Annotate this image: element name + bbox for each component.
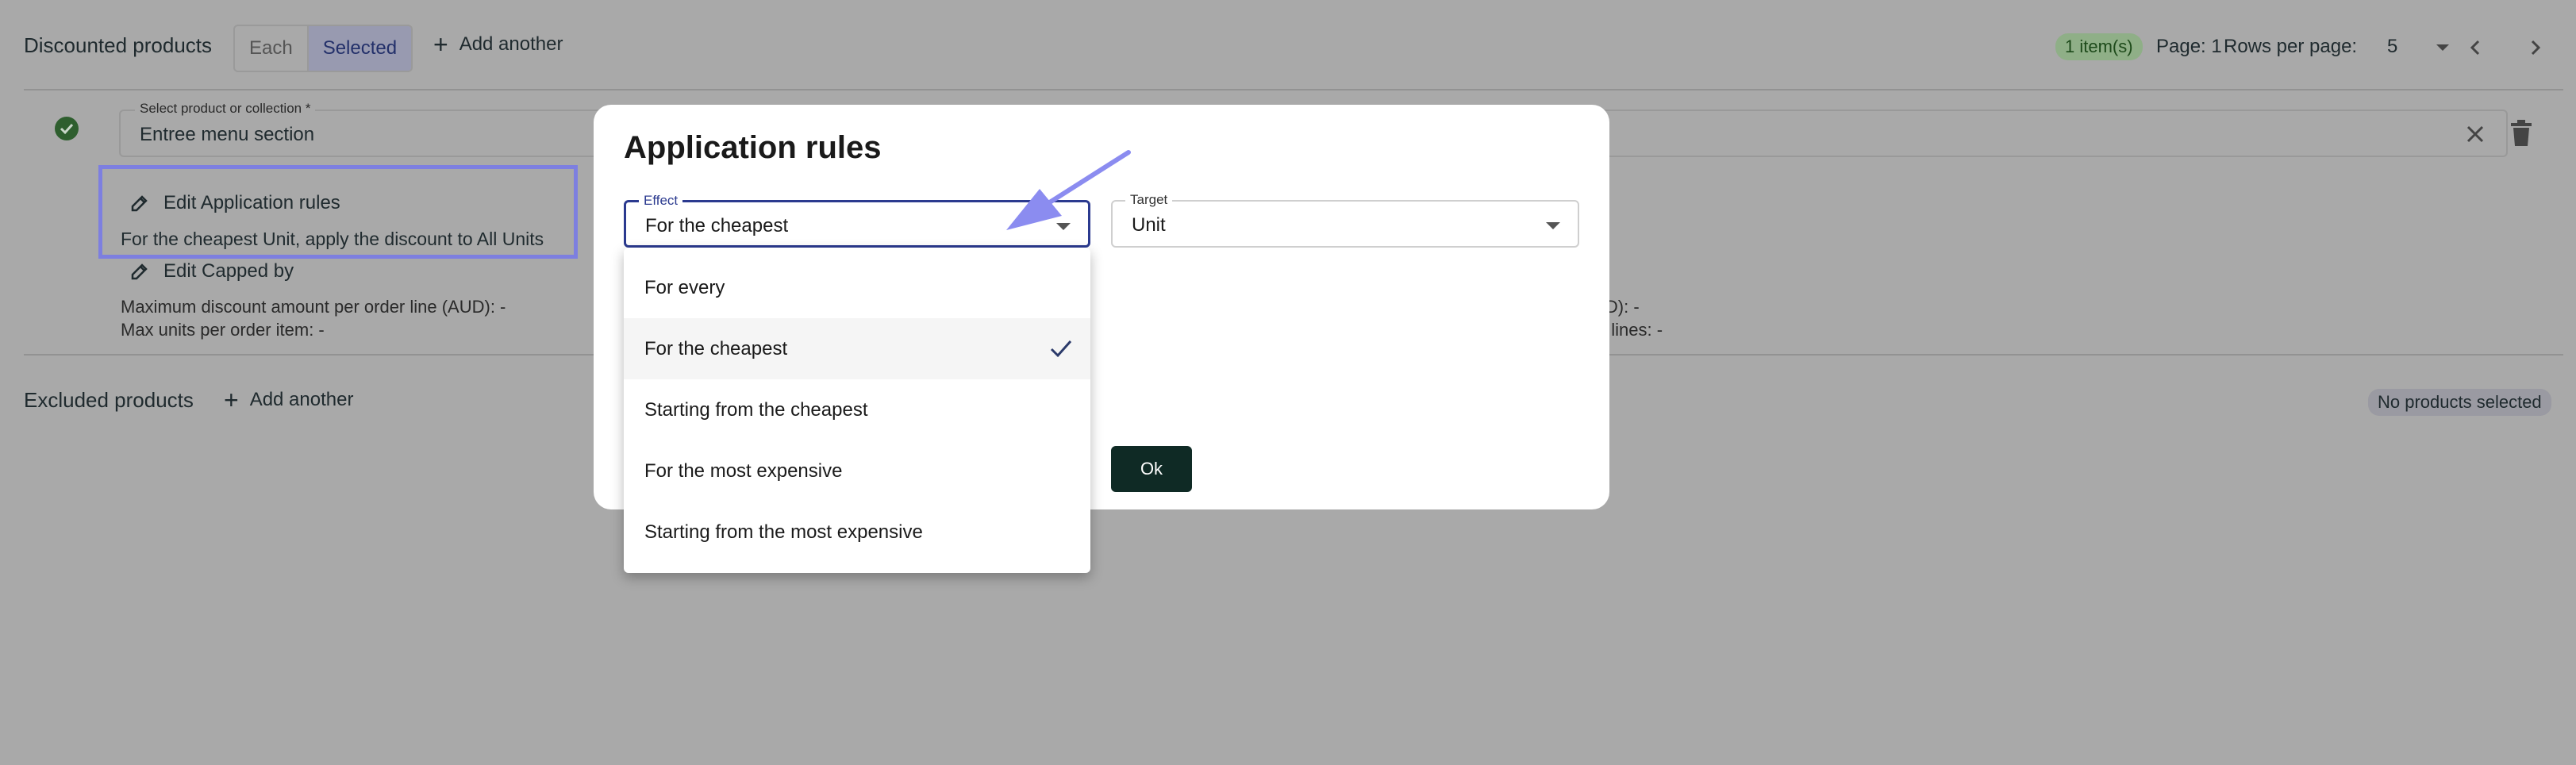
mode-toggle: Each Selected [233, 25, 413, 72]
menu-option-label: For the cheapest [644, 337, 788, 359]
product-select-value: Entree menu section [140, 124, 315, 145]
effect-options-menu: For every For the cheapest Starting from… [624, 248, 1090, 573]
page-indicator: Page: 1 [2156, 36, 2222, 57]
plus-icon: + [224, 386, 239, 414]
chevron-left-icon [2470, 40, 2480, 56]
caret-down-icon [1546, 222, 1560, 229]
rows-per-page-value: 5 [2387, 36, 2398, 57]
header-divider [24, 89, 2563, 90]
menu-option-starting-from-the-most-expensive[interactable]: Starting from the most expensive [624, 502, 1090, 563]
clear-icon[interactable] [2465, 124, 2486, 144]
menu-option-for-the-cheapest[interactable]: For the cheapest [624, 318, 1090, 379]
add-another-label: Add another [249, 389, 354, 410]
previous-page-button[interactable] [2463, 32, 2487, 63]
item-count-badge: 1 item(s) [2055, 33, 2143, 60]
edit-application-rules-label: Edit Application rules [163, 192, 340, 213]
discounted-products-title: Discounted products [24, 33, 213, 57]
max-units-text: Max units per order item: - [121, 320, 325, 340]
menu-option-starting-from-the-cheapest[interactable]: Starting from the cheapest [624, 379, 1090, 440]
add-another-label: Add another [459, 33, 563, 55]
edit-application-rules-button[interactable]: Edit Application rules [130, 192, 340, 214]
effect-label: Effect [639, 193, 683, 209]
plus-icon: + [433, 30, 448, 59]
rows-per-page-select[interactable]: 5 [2381, 30, 2457, 65]
next-page-button[interactable] [2524, 32, 2547, 63]
menu-option-for-every[interactable]: For every [624, 257, 1090, 318]
edit-capped-by-label: Edit Capped by [163, 260, 294, 282]
checkmark-icon [1050, 340, 1072, 358]
target-value: Unit [1132, 214, 1166, 236]
success-check-icon [54, 116, 79, 141]
application-rules-summary: For the cheapest Unit, apply the discoun… [121, 229, 544, 249]
add-another-discounted-button[interactable]: + Add another [433, 32, 563, 57]
target-select[interactable]: Target Unit [1111, 192, 1579, 248]
chevron-right-icon [2531, 40, 2541, 56]
ok-button[interactable]: Ok [1111, 446, 1192, 492]
rows-per-page-label: Rows per page: [2224, 36, 2358, 57]
menu-option-for-the-most-expensive[interactable]: For the most expensive [624, 440, 1090, 502]
max-discount-text: Maximum discount amount per order line (… [121, 297, 506, 317]
toggle-each-button[interactable]: Each [235, 26, 307, 71]
trash-icon [2511, 120, 2532, 146]
effect-value: For the cheapest [645, 215, 789, 236]
dialog-title: Application rules [624, 130, 882, 165]
no-products-badge: No products selected [2368, 389, 2551, 416]
excluded-products-title: Excluded products [24, 388, 194, 412]
pencil-icon [131, 195, 148, 212]
pencil-icon [131, 263, 148, 280]
edit-capped-by-button[interactable]: Edit Capped by [130, 260, 294, 283]
toggle-selected-button[interactable]: Selected [306, 26, 412, 71]
product-select-label: Select product or collection * [135, 101, 316, 117]
chevron-down-icon [2436, 44, 2449, 51]
add-another-excluded-button[interactable]: + Add another [224, 387, 353, 413]
delete-row-button[interactable] [2509, 119, 2533, 148]
annotation-arrow-icon [1006, 150, 1131, 230]
